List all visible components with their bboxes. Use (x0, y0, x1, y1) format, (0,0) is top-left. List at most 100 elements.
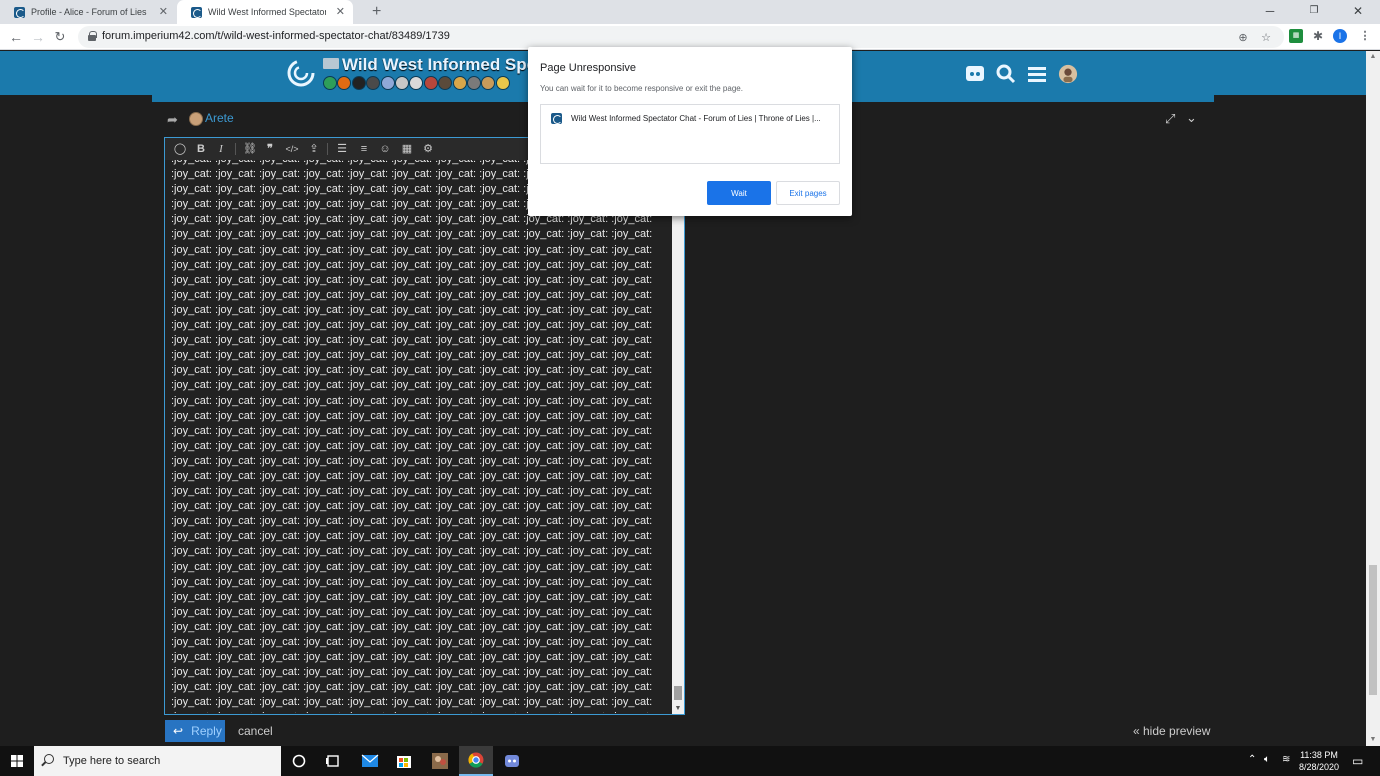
chrome-app-icon[interactable] (459, 746, 493, 776)
textarea-line: :joy_cat: :joy_cat: :joy_cat: :joy_cat: … (171, 243, 653, 256)
wait-button[interactable]: Wait (707, 181, 771, 205)
search-icon[interactable] (995, 64, 1017, 84)
new-tab-plus-icon[interactable]: + (358, 2, 381, 22)
topic-title[interactable]: Wild West Informed Spe (342, 55, 536, 75)
textarea-line: :joy_cat: :joy_cat: :joy_cat: :joy_cat: … (171, 349, 653, 362)
textarea-line: :joy_cat: :joy_cat: :joy_cat: :joy_cat: … (171, 319, 653, 332)
hamburger-menu-icon[interactable] (1026, 64, 1048, 84)
exit-pages-button[interactable]: Exit pages (776, 181, 840, 205)
calendar-icon[interactable]: ▦ (400, 142, 414, 156)
discord-icon[interactable] (964, 64, 986, 84)
textarea-line: :joy_cat: :joy_cat: :joy_cat: :joy_cat: … (171, 545, 653, 558)
hide-preview-link[interactable]: « hide preview (1133, 724, 1210, 738)
mail-app-icon[interactable] (353, 746, 387, 776)
code-icon[interactable]: </> (285, 142, 299, 156)
user-flair-badge[interactable] (366, 76, 381, 90)
textarea-line: :joy_cat: :joy_cat: :joy_cat: :joy_cat: … (171, 379, 653, 392)
dialog-title: Page Unresponsive (540, 62, 637, 74)
page-scroll-thumb[interactable] (1369, 565, 1377, 695)
user-flair-badge[interactable] (395, 76, 409, 90)
bullet-list-icon[interactable]: ☰ (335, 142, 349, 156)
search-icon (44, 754, 54, 764)
page-scrollbar[interactable]: ▲ ▼ (1366, 51, 1380, 746)
user-flair-badge[interactable] (495, 76, 510, 90)
link-icon[interactable]: ⛓ (243, 142, 257, 156)
task-view-icon[interactable] (316, 746, 350, 776)
page-unresponsive-dialog: Page Unresponsive You can wait for it to… (528, 47, 852, 216)
scroll-up-arrow-icon[interactable]: ▲ (1366, 51, 1380, 63)
composer-editor: ◯ B I ⛓ ❞ </> ⇪ ☰ ≡ ☺ ▦ ⚙ :joy_cat: :joy… (164, 137, 685, 715)
italic-icon[interactable]: I (215, 142, 227, 156)
textarea-line: :joy_cat: :joy_cat: :joy_cat: :joy_cat: … (171, 454, 653, 467)
textarea-line: :joy_cat: :joy_cat: :joy_cat: :joy_cat: … (171, 228, 653, 241)
extensions-puzzle-icon[interactable]: ✱ (1311, 29, 1325, 43)
volume-icon[interactable]: 🔈︎ (1264, 754, 1270, 765)
textarea-line: :joy_cat: :joy_cat: :joy_cat: :joy_cat: … (171, 288, 653, 301)
toolbar-divider (235, 143, 236, 155)
upload-icon[interactable]: ⇪ (307, 142, 321, 156)
extension-sheets-icon[interactable]: ▦ (1289, 29, 1303, 43)
scroll-down-arrow-icon[interactable]: ▼ (672, 704, 684, 714)
user-flair-badge[interactable] (337, 76, 352, 90)
menu-kebab-icon[interactable]: ⋮ (1358, 29, 1372, 43)
quote-bubble-icon[interactable]: ◯ (173, 142, 187, 156)
textarea-line: :joy_cat: :joy_cat: :joy_cat: :joy_cat: … (171, 636, 653, 648)
cortana-icon[interactable] (282, 746, 316, 776)
wifi-icon[interactable]: ≋ (1282, 754, 1290, 765)
composer-textarea[interactable]: :joy_cat: :joy_cat: :joy_cat: :joy_cat: … (171, 160, 671, 713)
emoji-icon[interactable]: ☺ (378, 142, 392, 156)
profile-avatar[interactable]: I (1333, 29, 1347, 43)
address-bar[interactable]: forum.imperium42.com/t/wild-west-informe… (78, 26, 1284, 48)
tab-close-icon[interactable]: ✕ (159, 5, 168, 18)
textarea-line: :joy_cat: :joy_cat: :joy_cat: :joy_cat: … (171, 681, 653, 694)
gear-icon[interactable]: ⚙ (421, 142, 435, 156)
user-flair-badge[interactable] (380, 76, 395, 90)
textarea-scrollbar[interactable]: ▼ (672, 160, 684, 714)
numbered-list-icon[interactable]: ≡ (357, 142, 371, 156)
store-app-icon[interactable] (387, 746, 421, 776)
reload-icon[interactable]: ↻ (50, 27, 70, 47)
browser-tab-active[interactable]: Wild West Informed Spectator Ch ✕ (177, 0, 353, 24)
user-flair-badge[interactable] (351, 76, 366, 90)
textarea-line: :joy_cat: :joy_cat: :joy_cat: :joy_cat: … (171, 666, 653, 679)
blockquote-icon[interactable]: ❞ (263, 142, 277, 156)
reply-to-username[interactable]: Arete (205, 111, 234, 125)
tray-chevron-up-icon[interactable]: ⌃ (1248, 754, 1256, 765)
user-avatar[interactable] (1057, 64, 1079, 84)
windows-start-icon[interactable] (0, 746, 34, 776)
notification-icon[interactable]: ▭ (1352, 754, 1363, 768)
user-flair-badge[interactable] (423, 76, 438, 90)
user-flair-badge[interactable] (452, 76, 467, 90)
forward-arrow-icon[interactable]: → (28, 27, 48, 47)
minimize-icon[interactable]: ─ (1248, 0, 1292, 24)
textarea-line: :joy_cat: :joy_cat: :joy_cat: :joy_cat: … (171, 394, 653, 407)
bold-icon[interactable]: B (195, 142, 207, 156)
reply-button[interactable]: Reply (165, 720, 225, 742)
user-flair-badge[interactable] (481, 76, 496, 90)
textarea-scroll-thumb[interactable] (674, 686, 682, 700)
fullscreen-expand-icon[interactable]: ⤢ (1165, 111, 1175, 127)
back-arrow-icon[interactable]: ← (6, 27, 26, 47)
user-flair-badge[interactable] (323, 76, 337, 90)
bookmark-star-icon[interactable]: ☆ (1259, 31, 1273, 45)
restore-icon[interactable]: ❐ (1292, 0, 1336, 24)
cancel-link[interactable]: cancel (238, 724, 273, 738)
reply-share-icon[interactable]: ➦ (167, 112, 185, 127)
scroll-down-arrow-icon[interactable]: ▼ (1366, 734, 1380, 746)
tab-close-icon[interactable]: ✕ (336, 5, 345, 18)
game-app-icon[interactable] (423, 746, 457, 776)
window-close-icon[interactable]: ✕ (1336, 0, 1380, 24)
user-flair-badge[interactable] (409, 76, 424, 90)
discord-app-icon[interactable] (495, 746, 529, 776)
taskbar-clock[interactable]: 11:38 PM 8/28/2020 (1295, 749, 1343, 773)
install-icon[interactable]: ⊕ (1236, 31, 1250, 45)
taskbar-search-box[interactable]: Type here to search (34, 746, 281, 776)
user-flair-badge[interactable] (438, 76, 453, 90)
user-flair-badge[interactable] (467, 76, 481, 90)
chevron-down-icon[interactable]: ⌄ (1186, 110, 1197, 126)
browser-tab-profile[interactable]: Profile - Alice - Forum of Lies | Th ✕ (0, 0, 176, 24)
forum-favicon-icon (191, 6, 202, 18)
forum-logo-icon[interactable] (286, 59, 316, 87)
textarea-line: :joy_cat: :joy_cat: :joy_cat: :joy_cat: … (171, 575, 653, 588)
clock-time: 11:38 PM (1300, 750, 1338, 760)
